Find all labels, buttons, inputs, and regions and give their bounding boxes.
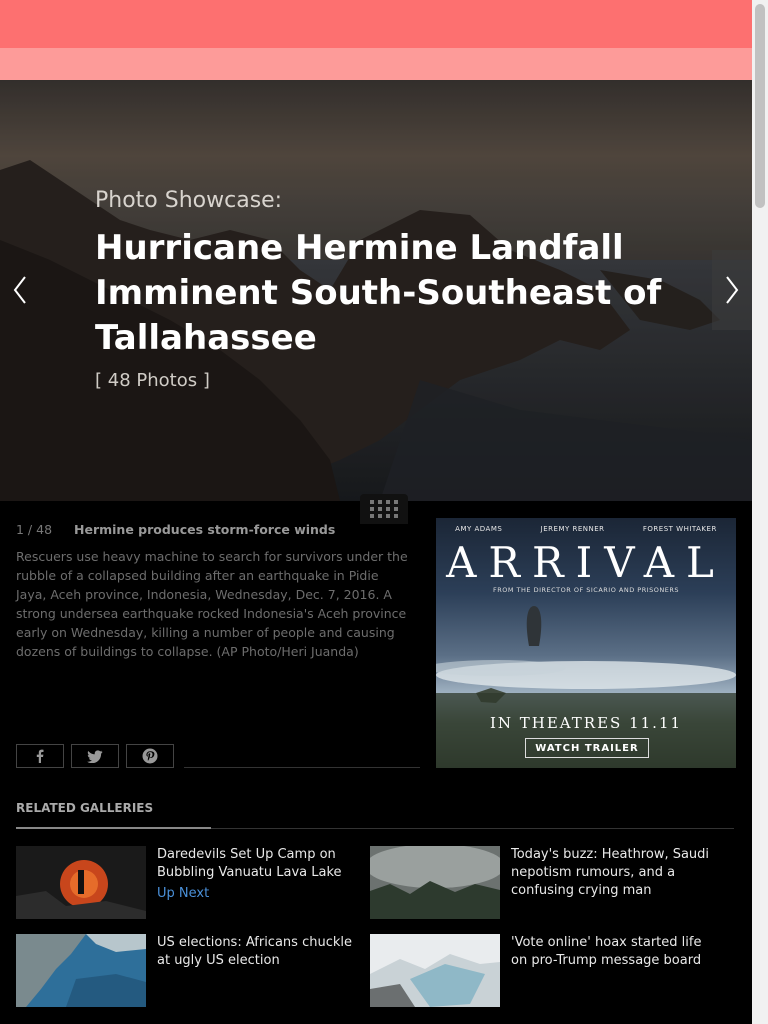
gallery-thumbnail — [16, 934, 146, 1007]
up-next-label[interactable]: Up Next — [157, 886, 209, 901]
gallery-title: 'Vote online' hoax started life on pro-T… — [511, 935, 702, 968]
facebook-share-button[interactable] — [16, 744, 64, 768]
chevron-right-icon — [726, 276, 739, 304]
hero-kicker: Photo Showcase: — [95, 188, 283, 213]
gallery-title: US elections: Africans chuckle at ugly U… — [157, 935, 352, 968]
gallery-thumbnail — [16, 846, 146, 919]
gallery-grid-button[interactable] — [360, 494, 408, 524]
photo-count: [ 48 Photos ] — [95, 370, 210, 391]
ad-tagline: FROM THE DIRECTOR OF SICARIO AND PRISONE… — [493, 586, 679, 594]
sub-banner — [0, 48, 752, 80]
scrollbar-thumb[interactable] — [755, 4, 765, 208]
photo-headline: Hermine produces storm-force winds — [74, 522, 336, 537]
ad-actors: AMY ADAMS JEREMY RENNER FOREST WHITAKER — [455, 525, 717, 533]
photo-description: Rescuers use heavy machine to search for… — [16, 549, 408, 659]
twitter-icon — [87, 749, 103, 763]
related-gallery-card[interactable]: Today's buzz: Heathrow, Saudi nepotism r… — [370, 846, 720, 920]
chevron-left-icon — [13, 276, 26, 304]
advertisement[interactable]: AMY ADAMS JEREMY RENNER FOREST WHITAKER … — [436, 518, 736, 768]
related-gallery-card[interactable]: Daredevils Set Up Camp on Bubbling Vanua… — [16, 846, 366, 920]
previous-slide-button[interactable] — [0, 250, 40, 330]
twitter-share-button[interactable] — [71, 744, 119, 768]
photo-index: 1 / 48 — [16, 522, 53, 537]
gallery-title: Daredevils Set Up Camp on Bubbling Vanua… — [157, 847, 342, 880]
scrollbar[interactable] — [752, 0, 768, 1024]
facebook-icon — [36, 749, 44, 763]
hero-title: Hurricane Hermine Landfall Imminent Sout… — [95, 228, 662, 358]
related-accent-underline — [16, 827, 211, 829]
gallery-title: Today's buzz: Heathrow, Saudi nepotism r… — [511, 847, 710, 898]
grid-icon — [370, 500, 398, 518]
watch-trailer-button[interactable]: WATCH TRAILER — [525, 738, 649, 758]
next-slide-button[interactable] — [712, 250, 752, 330]
top-banner — [0, 0, 752, 48]
share-divider — [184, 767, 420, 768]
gallery-thumbnail — [370, 846, 500, 919]
page: Photo Showcase: Hurricane Hermine Landfa… — [0, 0, 752, 1024]
pinterest-share-button[interactable] — [126, 744, 174, 768]
related-galleries-heading: RELATED GALLERIES — [16, 801, 154, 815]
ad-release: IN THEATRES 11.11 — [489, 714, 683, 732]
gallery-thumbnail — [370, 934, 500, 1007]
related-gallery-card[interactable]: US elections: Africans chuckle at ugly U… — [16, 934, 366, 1008]
photo-caption: 1 / 48 Hermine produces storm-force wind… — [16, 522, 412, 661]
pinterest-icon — [142, 748, 158, 764]
related-gallery-card[interactable]: 'Vote online' hoax started life on pro-T… — [370, 934, 720, 1008]
ad-brand: ARRIVAL — [446, 538, 726, 587]
hero-slide[interactable]: Photo Showcase: Hurricane Hermine Landfa… — [0, 80, 752, 501]
